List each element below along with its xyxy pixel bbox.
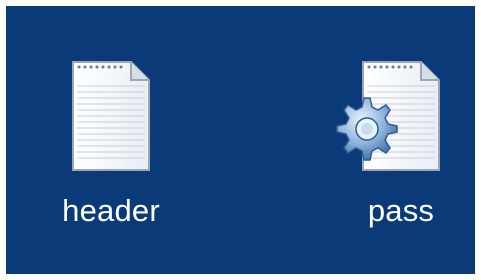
gear-icon [336, 97, 398, 161]
desktop-area[interactable]: header pass [6, 6, 475, 274]
desktop-item-header[interactable]: header [36, 56, 186, 246]
desktop-item-label: header [62, 193, 160, 228]
config-document-icon [336, 56, 451, 176]
desktop-item-label: pass [367, 193, 435, 228]
text-document-icon [61, 56, 161, 176]
desktop-item-pass[interactable]: pass [326, 56, 475, 246]
